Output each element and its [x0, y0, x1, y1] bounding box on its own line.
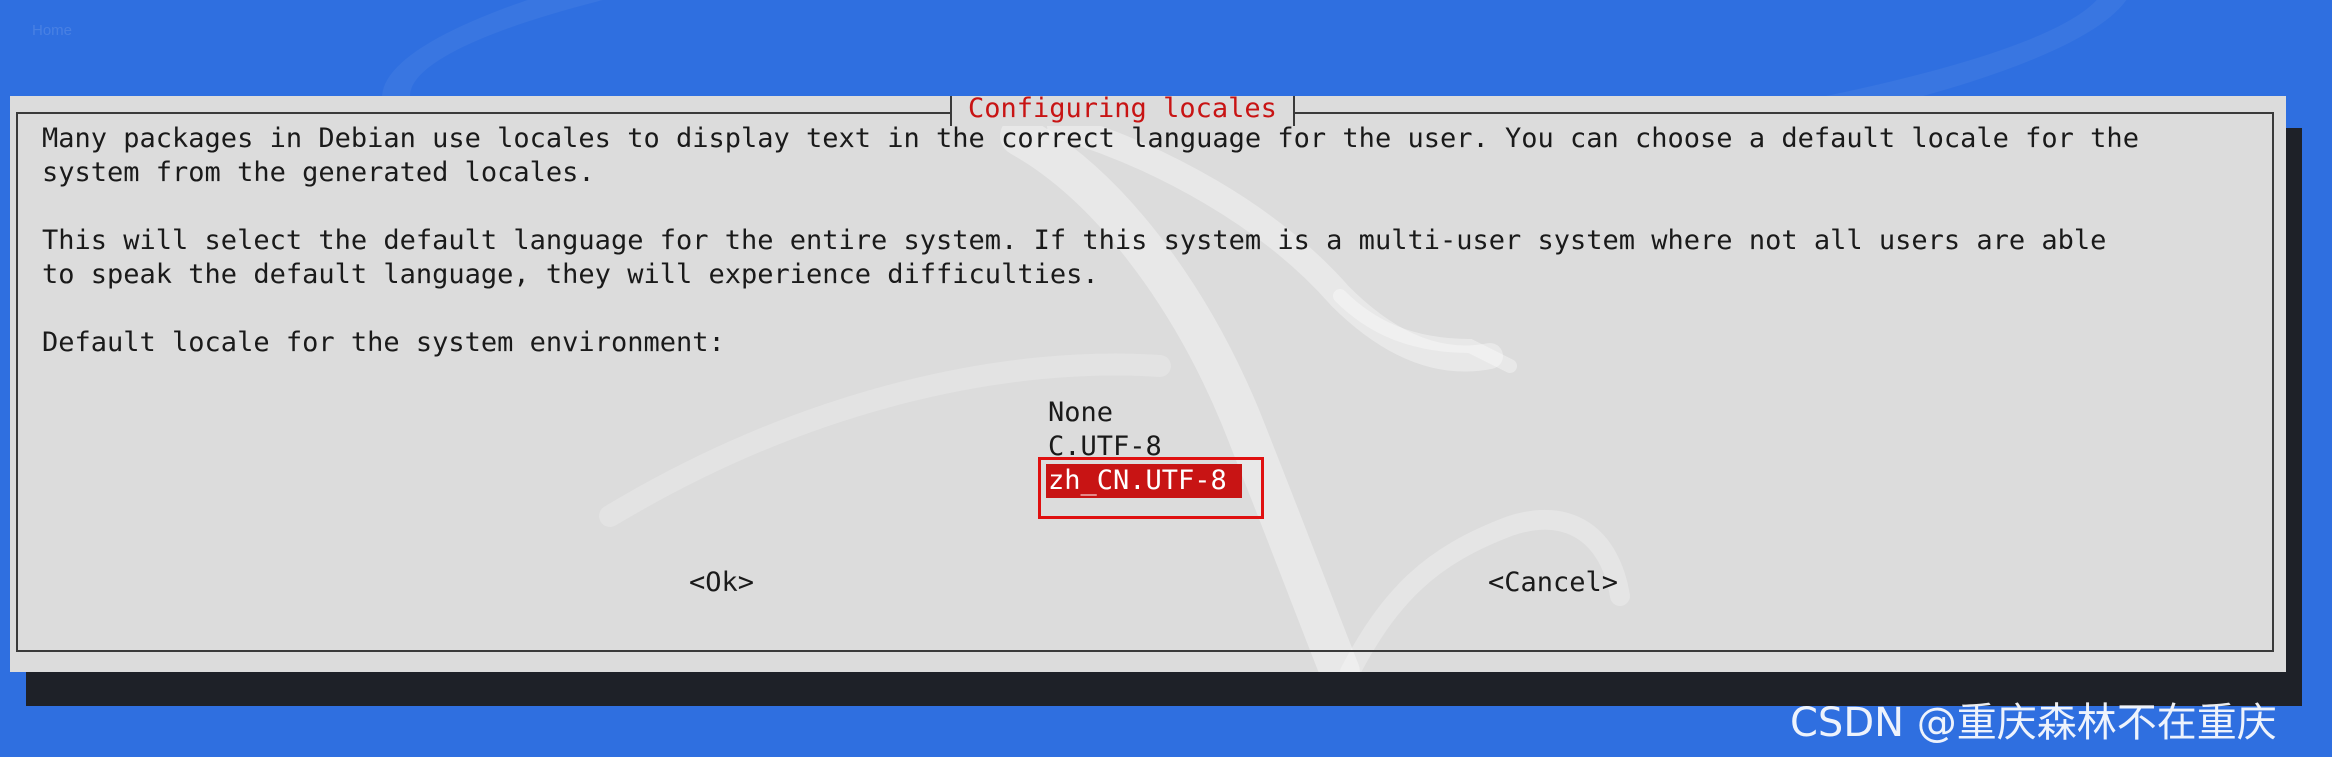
locale-option-none[interactable]: None	[1046, 396, 1242, 430]
dialog-frame	[16, 112, 2274, 652]
cancel-button[interactable]: <Cancel>	[1488, 566, 1618, 600]
desktop-top-label: Home	[32, 22, 73, 39]
csdn-watermark: CSDN @重庆森林不在重庆	[1790, 700, 2277, 746]
locale-prompt: Default locale for the system environmen…	[42, 327, 725, 358]
description-line-4: to speak the default language, they will…	[42, 259, 1099, 290]
configuring-locales-dialog: Configuring locales Many packages in Deb…	[10, 96, 2286, 672]
description-line-1: Many packages in Debian use locales to d…	[42, 123, 2139, 154]
selection-annotation-box	[1038, 457, 1264, 519]
description-line-3: This will select the default language fo…	[42, 225, 2107, 256]
description-line-2: system from the generated locales.	[42, 157, 595, 188]
ok-button[interactable]: <Ok>	[689, 566, 754, 600]
